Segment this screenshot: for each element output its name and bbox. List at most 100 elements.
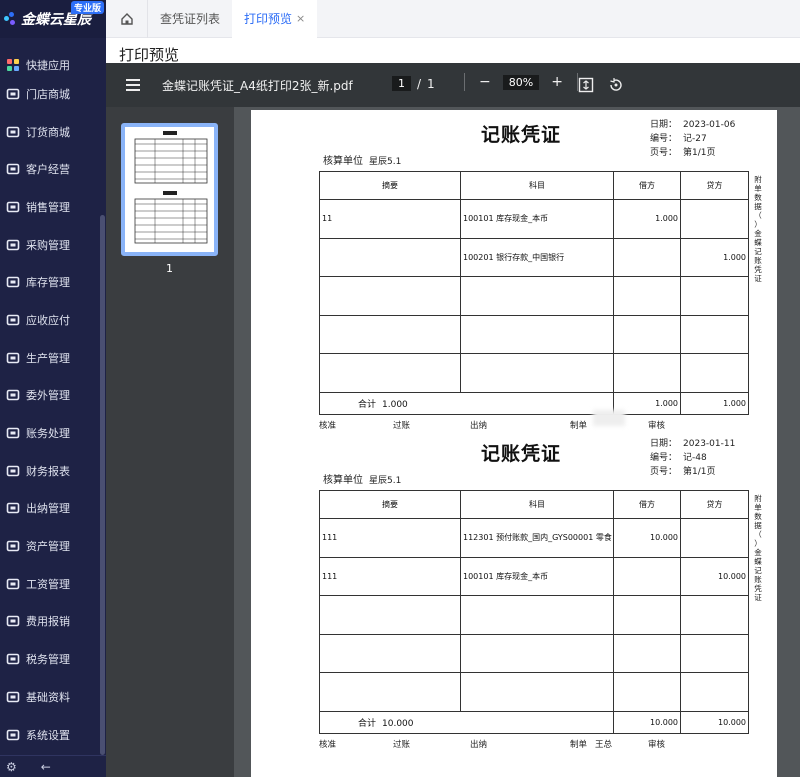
page-label: 页号： [650,467,678,477]
stack-icon [6,388,20,402]
sidebar-item-label: 委外管理 [26,389,70,403]
sidebar-item-label: 应收应付 [26,313,70,327]
sidebar-item-4[interactable]: 销售管理 [0,188,100,226]
sidebar: 金蝶云星辰 专业版 快捷应用门店商城 订货商城客户经营销售管理 采购管理 库存管理应收… [0,0,106,777]
pdf-file-name: 金蝶记账凭证_A4纸打印2张_新.pdf [162,78,353,93]
cloud-icon [6,614,20,628]
table-row [319,314,749,354]
date-label: 日期： [650,120,678,130]
sidebar-item-label: 客户经营 [26,163,70,177]
cart-icon [6,238,20,252]
page-navigator: 1 / 1 [392,76,435,91]
table-row: 100201 银行存款_中国银行 1.000 [319,237,749,277]
sidebar-item-8[interactable]: 生产管理 [0,339,100,377]
sidebar-item-3[interactable]: 客户经营 [0,150,100,188]
voucher-number: 记-48 [683,453,707,463]
trend-icon [6,200,20,214]
zoom-level-input[interactable]: 80% [502,74,540,90]
store-icon [6,87,20,101]
sidebar-item-14[interactable]: 工资管理 [0,565,100,603]
sidebar-item-9[interactable]: 委外管理 [0,377,100,415]
date-label: 日期： [650,439,678,449]
side-note: 附单数据（ ）金蝶记账凭证 [754,494,762,602]
voucher-table: 摘要 科目 借方 贷方 11 100101 库存现金_本币 1.000 1002… [319,171,749,415]
voucher-number: 记-27 [683,134,707,144]
page-thumbnail[interactable] [121,123,218,256]
zoom-controls: − 80% + [464,73,580,91]
table-row [319,353,749,393]
sidebar-item-16[interactable]: 税务管理 [0,640,100,678]
sidebar-scrollbar[interactable] [100,215,105,755]
asset-icon [6,539,20,553]
voucher-meta: 日期： 2023-01-11 编号： 记-48 页号： 第1/1页 [650,437,735,479]
sidebar-item-label: 工资管理 [26,577,70,591]
sidebar-item-12[interactable]: 出纳管理 [0,490,100,528]
maker-name: 王总 [595,740,613,750]
report-icon [6,464,20,478]
voucher-page: 第1/1页 [683,148,716,158]
table-header: 摘要 科目 借方 贷方 [319,490,749,519]
rotate-icon[interactable] [608,77,624,93]
edition-badge: 专业版 [70,1,104,14]
sidebar-item-1[interactable]: 门店商城 [0,75,100,113]
ledger-icon [6,426,20,440]
sidebar-item-label: 快捷应用 [26,59,70,72]
sidebar-item-label: 财务报表 [26,464,70,478]
close-icon[interactable]: × [296,12,305,25]
accounting-unit: 核算单位 星辰5.1 [323,156,402,167]
page-title: 打印预览 [119,46,180,64]
settings-gear-icon[interactable]: ⚙ [6,760,17,774]
table-row: 111 112301 预付账款_国内_GYS00001 零食 10.000 [319,518,749,558]
sidebar-item-10[interactable]: 账务处理 [0,414,100,452]
number-label: 编号： [650,134,678,144]
sidebar-item-15[interactable]: 费用报销 [0,603,100,641]
tab-voucher-list[interactable]: 查凭证列表 [148,0,232,38]
tab-print-preview[interactable]: 打印预览 × [232,0,318,38]
grid-apps-icon [6,58,20,72]
sidebar-item-label: 费用报销 [26,615,70,629]
sidebar-item-2[interactable]: 订货商城 [0,113,100,151]
sidebar-item-label: 资产管理 [26,540,70,554]
sidebar-item-7[interactable]: 应收应付 [0,301,100,339]
sidebar-item-11[interactable]: 财务报表 [0,452,100,490]
home-button[interactable] [106,0,148,38]
pdf-viewer: 金蝶记账凭证_A4纸打印2张_新.pdf 1 / 1 − 80% + 1 记账凭… [106,63,800,777]
voucher-date: 2023-01-06 [683,120,736,130]
hexagon-gear-icon [6,728,20,742]
zoom-in-button[interactable]: + [551,74,563,90]
fit-page-icon[interactable] [578,77,594,93]
number-label: 编号： [650,453,678,463]
zoom-out-button[interactable]: − [479,74,491,90]
sidebar-footer: ⚙ ← [0,755,106,777]
collapse-arrow-icon[interactable]: ← [41,760,51,774]
voucher-title: 记账凭证 [481,124,562,146]
table-row [319,276,749,316]
menu-icon[interactable] [126,76,140,94]
page-total: 1 [427,76,435,91]
factory-icon [6,351,20,365]
home-icon [120,12,133,25]
total-row: 合计 10.000 10.000 10.000 [319,710,749,734]
logo[interactable]: 金蝶云星辰 专业版 [0,0,106,38]
sidebar-item-17[interactable]: 基础资料 [0,678,100,716]
voucher-table: 摘要 科目 借方 贷方 111 112301 预付账款_国内_GYS00001 … [319,490,749,734]
cashier-icon [6,501,20,515]
table-row [319,633,749,673]
layers-icon [6,690,20,704]
sidebar-item-5[interactable]: 采购管理 [0,226,100,264]
tab-bar: 查凭证列表 打印预览 × [106,0,800,38]
kingdee-logo-icon [4,12,18,26]
table-row [319,595,749,635]
voucher-date: 2023-01-11 [683,439,736,449]
sidebar-item-6[interactable]: 库存管理 [0,263,100,301]
voucher-meta: 日期： 2023-01-06 编号： 记-27 页号： 第1/1页 [650,118,735,160]
table-row: 111 100101 库存现金_本币 10.000 [319,556,749,596]
thumbnail-preview [134,131,208,244]
sidebar-item-0[interactable]: 快捷应用 [0,55,100,75]
table-row [319,672,749,712]
sidebar-item-18[interactable]: 系统设置 [0,716,100,754]
thumbnail-panel: 1 [106,107,234,777]
page-number-input[interactable]: 1 [392,76,411,91]
pdf-toolbar: 金蝶记账凭证_A4纸打印2张_新.pdf 1 / 1 − 80% + [106,63,800,107]
sidebar-item-13[interactable]: 资产管理 [0,527,100,565]
